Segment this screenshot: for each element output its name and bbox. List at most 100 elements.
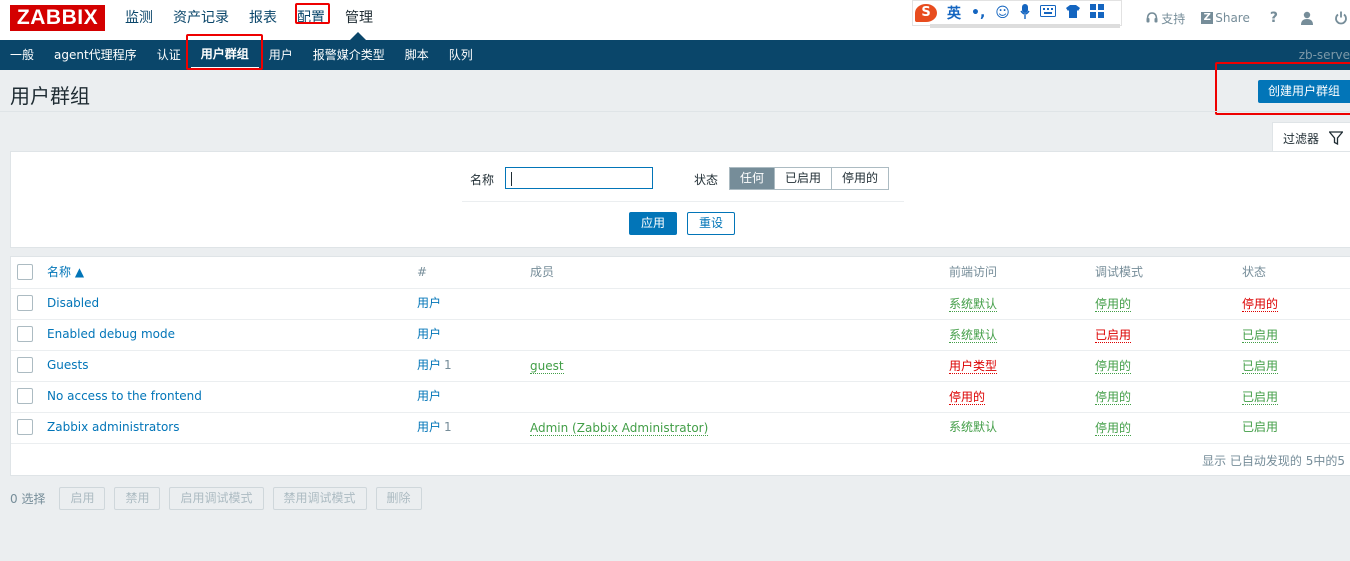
group-name-link[interactable]: Guests [47, 350, 89, 381]
server-name: zb-serve [1298, 48, 1350, 62]
debug-mode-link[interactable]: 停用的 [1095, 359, 1132, 374]
active-nav-indicator [350, 32, 366, 40]
header-members: 成员 [530, 265, 555, 279]
debug-mode-link[interactable]: 停用的 [1095, 390, 1132, 405]
reset-button[interactable]: 重设 [687, 212, 735, 235]
ime-keyboard-icon[interactable] [1039, 5, 1056, 21]
header-name[interactable]: 名称 ▲ [47, 257, 84, 288]
status-option-disabled[interactable]: 停用的 [831, 168, 889, 189]
debug-mode-link[interactable]: 已启用 [1095, 328, 1132, 343]
status-link[interactable]: 已启用 [1242, 328, 1279, 343]
row-checkbox[interactable] [17, 419, 33, 435]
ime-toolbox-icon[interactable] [1089, 4, 1104, 22]
ime-punctuation-icon[interactable]: •, [971, 5, 985, 21]
filter-panel [10, 151, 1350, 248]
header-status: 状态 [1242, 265, 1267, 279]
header-count: # [417, 265, 428, 279]
text-caret [511, 172, 512, 186]
header-frontend: 前端访问 [949, 265, 998, 279]
users-link[interactable]: 用户 [417, 412, 441, 443]
share-link[interactable]: Z Share [1201, 11, 1250, 25]
filter-name-input[interactable] [505, 167, 653, 189]
bulk-actions: 0 选择 启用 禁用 启用调试模式 禁用调试模式 删除 [10, 487, 431, 510]
select-all-checkbox[interactable] [17, 264, 33, 280]
table-row: Enabled debug mode 用户 系统默认 已启用 已启用 [11, 319, 1350, 351]
users-link[interactable]: 用户 [417, 288, 441, 319]
frontend-access-link[interactable]: 用户类型 [949, 359, 998, 374]
member-link[interactable]: Admin (Zabbix Administrator) [530, 421, 709, 436]
frontend-access-link[interactable]: 系统默认 [949, 297, 998, 312]
subnav-scripts[interactable]: 脚本 [395, 40, 439, 70]
subnav-general[interactable]: 一般 [0, 40, 44, 70]
header-debug: 调试模式 [1095, 265, 1144, 279]
ime-skin-icon[interactable] [1065, 4, 1080, 22]
group-name-link[interactable]: Enabled debug mode [47, 319, 175, 350]
users-link[interactable]: 用户 [417, 350, 441, 381]
delete-button[interactable]: 删除 [375, 487, 422, 510]
subnav-users[interactable]: 用户 [259, 40, 303, 70]
filter-status-segmented: 任何 已启用 停用的 [729, 167, 890, 190]
table-row: Guests 用户 1 guest 用户类型 停用的 已启用 [11, 350, 1350, 382]
user-count: 1 [444, 358, 452, 372]
frontend-access-link[interactable]: 系统默认 [949, 328, 998, 343]
filter-tab[interactable]: 过滤器 [1272, 122, 1350, 153]
user-icon[interactable] [1300, 11, 1314, 25]
member-link[interactable]: guest [530, 359, 564, 374]
table-header: 名称 ▲ # 成员 前端访问 调试模式 状态 [11, 257, 1350, 289]
subnav-proxies[interactable]: agent代理程序 [44, 40, 147, 70]
top-links: 支持 Z Share ? [1146, 0, 1350, 36]
users-link[interactable]: 用户 [417, 319, 441, 350]
search-box-edge [930, 24, 1120, 28]
ime-microphone-icon[interactable] [1020, 3, 1030, 23]
table-row: No access to the frontend 用户 停用的 停用的 已启用 [11, 381, 1350, 413]
group-name-link[interactable]: Zabbix administrators [47, 412, 179, 443]
sogou-logo-icon[interactable]: S [915, 4, 937, 22]
table-row: Disabled 用户 系统默认 停用的 停用的 [11, 288, 1350, 320]
ime-english-toggle[interactable]: 英 [947, 3, 961, 23]
subnav-queue[interactable]: 队列 [439, 40, 483, 70]
row-checkbox[interactable] [17, 388, 33, 404]
enable-button[interactable]: 启用 [59, 487, 106, 510]
row-checkbox[interactable] [17, 326, 33, 342]
annotation-box-create [1215, 62, 1350, 115]
help-icon[interactable]: ? [1270, 10, 1278, 26]
zabbix-logo[interactable]: ZABBIX [10, 5, 105, 31]
nav-monitoring[interactable]: 监测 [115, 0, 163, 40]
ime-emoji-icon[interactable]: ☺ [995, 5, 1010, 21]
status-option-enabled[interactable]: 已启用 [774, 168, 832, 189]
group-name-link[interactable]: No access to the frontend [47, 381, 202, 412]
selected-count: 0 选择 [10, 492, 46, 506]
status-option-any[interactable]: 任何 [730, 168, 775, 189]
subnav-authentication[interactable]: 认证 [147, 40, 191, 70]
enable-debug-button[interactable]: 启用调试模式 [169, 487, 264, 510]
status-link[interactable]: 停用的 [1242, 297, 1279, 312]
apply-button[interactable]: 应用 [629, 212, 677, 235]
row-checkbox[interactable] [17, 357, 33, 373]
debug-mode-link[interactable]: 停用的 [1095, 297, 1132, 312]
user-groups-table: 名称 ▲ # 成员 前端访问 调试模式 状态 Disabled 用户 系统默认 … [10, 256, 1350, 476]
status-link[interactable]: 已启用 [1242, 359, 1279, 374]
page-title: 用户群组 [10, 84, 90, 108]
filter-status-label: 状态 [694, 173, 719, 187]
annotation-box-user-groups [186, 34, 263, 70]
header-divider [0, 111, 1350, 112]
filter-tab-label: 过滤器 [1283, 131, 1320, 146]
users-link[interactable]: 用户 [417, 381, 441, 412]
ime-toolbar: S 英 •, ☺ [912, 0, 1122, 26]
filter-name-label: 名称 [470, 173, 495, 187]
frontend-access-link[interactable]: 停用的 [949, 390, 986, 405]
support-label: 支持 [1161, 11, 1186, 26]
subnav-media-types[interactable]: 报警媒介类型 [303, 40, 395, 70]
group-name-link[interactable]: Disabled [47, 288, 99, 319]
table-paging-info: 显示 已自动发现的 5中的5 [1202, 454, 1345, 468]
filter-divider [462, 201, 904, 202]
row-checkbox[interactable] [17, 295, 33, 311]
disable-debug-button[interactable]: 禁用调试模式 [272, 487, 367, 510]
user-count: 1 [444, 420, 452, 434]
status-link[interactable]: 已启用 [1242, 390, 1279, 405]
support-link[interactable]: 支持 [1146, 10, 1185, 27]
status-value: 已启用 [1242, 420, 1279, 434]
debug-mode-link[interactable]: 停用的 [1095, 421, 1132, 436]
disable-button[interactable]: 禁用 [114, 487, 161, 510]
power-icon[interactable] [1334, 11, 1348, 25]
